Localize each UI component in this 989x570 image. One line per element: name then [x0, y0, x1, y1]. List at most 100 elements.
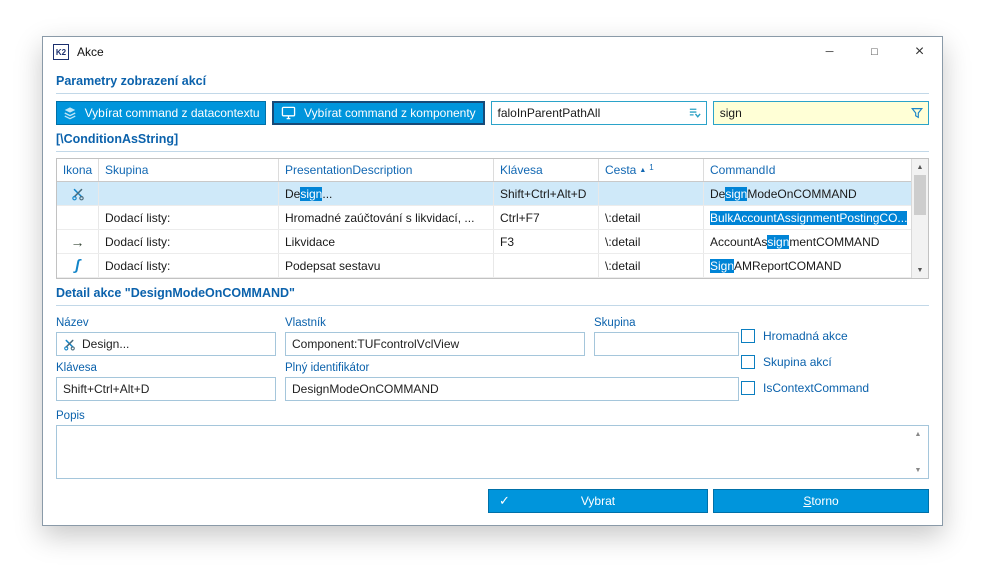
checkbox-icon[interactable] — [741, 381, 755, 395]
detail-form: Název Vlastník Skupina Design... Compone… — [56, 314, 929, 401]
popis-textarea[interactable]: ▲ ▼ — [56, 425, 929, 479]
checkbox-iscontextcommand[interactable]: IsContextCommand — [741, 381, 929, 395]
sort-order-number: 1 — [649, 162, 654, 172]
vybrat-button[interactable]: ✓ Vybrat — [488, 489, 708, 513]
scroll-down-icon[interactable]: ▼ — [910, 463, 926, 477]
select-command-component-button[interactable]: Vybírat command z komponenty — [272, 101, 485, 125]
vlastnik-label: Vlastník — [285, 317, 326, 329]
column-label: Cesta — [605, 163, 637, 177]
filter-funnel-icon[interactable] — [910, 106, 928, 120]
plny-identifikator-label: Plný identifikátor — [285, 362, 370, 374]
text: ... — [322, 186, 333, 201]
column-header-commandid[interactable]: CommandId — [704, 159, 911, 181]
match-highlight: BulkAccountAssignmentPostingCO... — [710, 210, 908, 225]
nazev-value: Design... — [82, 337, 130, 351]
combo-value: faloInParentPathAll — [497, 106, 601, 120]
text: Likvidace — [285, 234, 336, 249]
condition-section-header: [\ConditionAsString] — [56, 129, 929, 152]
table-header-row: Ikona Skupina PresentationDescription Kl… — [57, 159, 911, 182]
detail-section-header: Detail akce "DesignModeOnCOMMAND" — [56, 283, 929, 306]
text: Hromadné zaúčtování s likvidací, ... — [285, 210, 475, 225]
nazev-label: Název — [56, 317, 89, 329]
vybrat-label: Vybrat — [580, 494, 616, 508]
checkbox-label: IsContextCommand — [763, 381, 870, 395]
text: AMReportCOMAND — [734, 258, 842, 273]
filter-value: sign — [719, 106, 742, 120]
maximize-button[interactable]: □ — [852, 37, 897, 67]
button-label: Vybírat command z komponenty — [304, 106, 476, 120]
dropdown-list-icon[interactable] — [687, 106, 706, 120]
scroll-up-icon[interactable]: ▲ — [912, 160, 928, 174]
storno-button[interactable]: Storno — [713, 489, 929, 513]
cell-ikona — [57, 206, 99, 229]
cell-klavesa: F3 — [494, 230, 599, 253]
table-row-design[interactable]: De sign... Shift+Ctrl+Alt+D De sign ModeOnC… — [57, 182, 911, 206]
match-highlight: sign — [300, 186, 323, 201]
checkbox-icon[interactable] — [741, 329, 755, 343]
cell-commandid: BulkAccountAssignmentPostingCO... — [704, 206, 911, 229]
text: Podepsat sestavu — [285, 258, 381, 273]
checkbox-hromadna-akce[interactable]: Hromadná akce — [741, 329, 929, 343]
scrollbar-thumb[interactable] — [914, 175, 926, 215]
nazev-field[interactable]: Design... — [56, 332, 276, 356]
vlastnik-field[interactable]: Component:TUFcontrolVclView — [285, 332, 585, 356]
popis-label: Popis — [56, 410, 85, 422]
window-title: Akce — [77, 45, 104, 59]
table-row-bulk-posting[interactable]: Dodací listy: Hromadné zaúčtování s likv… — [57, 206, 911, 230]
cell-cesta — [599, 182, 704, 205]
cell-klavesa: Ctrl+F7 — [494, 206, 599, 229]
cell-klavesa: Shift+Ctrl+Alt+D — [494, 182, 599, 205]
condition-combo[interactable]: faloInParentPathAll — [490, 101, 707, 125]
scroll-down-icon[interactable]: ▼ — [912, 263, 928, 277]
button-label: Vybírat command z datacontextu — [84, 106, 260, 120]
skupina-label: Skupina — [594, 317, 636, 329]
column-label: PresentationDescription — [285, 163, 413, 177]
cell-cesta: \:detail — [599, 230, 704, 253]
cell-presentationdescription: De sign... — [279, 182, 494, 205]
klavesa-field[interactable]: Shift+Ctrl+Alt+D — [56, 377, 276, 401]
toolbar: Vybírat command z datacontextu Vybírat c… — [56, 101, 929, 125]
sort-ascending-icon: ▲ — [639, 166, 647, 174]
detail-checkboxes: Hromadná akce Skupina akcí IsContextComm… — [741, 314, 929, 401]
check-icon: ✓ — [499, 493, 510, 508]
k2-app-icon: K2 — [53, 44, 69, 60]
table-row-podepsat[interactable]: ʃ Dodací listy: Podepsat sestavu \:detai… — [57, 254, 911, 278]
column-header-klavesa[interactable]: Klávesa — [494, 159, 599, 181]
layers-icon — [63, 106, 77, 120]
table-scrollbar[interactable]: ▲ ▼ — [911, 159, 928, 278]
klavesa-value: Shift+Ctrl+Alt+D — [63, 382, 150, 396]
checkbox-skupina-akci[interactable]: Skupina akcí — [741, 355, 929, 369]
titlebar[interactable]: K2 Akce ─ □ × — [43, 37, 942, 67]
checkbox-label: Skupina akcí — [763, 355, 832, 369]
select-command-datacontext-button[interactable]: Vybírat command z datacontextu — [56, 101, 267, 125]
column-header-cesta[interactable]: Cesta ▲ 1 — [599, 159, 704, 181]
cell-presentationdescription: Likvidace — [279, 230, 494, 253]
text: torno — [811, 494, 839, 508]
minimize-button[interactable]: ─ — [807, 37, 852, 67]
column-header-skupina[interactable]: Skupina — [99, 159, 279, 181]
detail-fields: Název Vlastník Skupina Design... Compone… — [56, 314, 739, 401]
table-row-likvidace[interactable]: → Dodací listy: Likvidace F3 \:detail Ac… — [57, 230, 911, 254]
window-controls: ─ □ × — [807, 37, 942, 67]
cell-skupina — [99, 182, 279, 205]
cell-ikona: → — [57, 230, 99, 253]
close-button[interactable]: × — [897, 37, 942, 67]
match-highlight: sign — [767, 234, 790, 249]
arrow-right-icon: → — [70, 233, 85, 250]
column-header-presentationdescription[interactable]: PresentationDescription — [279, 159, 494, 181]
cell-klavesa — [494, 254, 599, 277]
text: AccountAs — [710, 234, 768, 249]
footer: ✓ Vybrat Storno — [56, 489, 929, 513]
cell-cesta: \:detail — [599, 254, 704, 277]
plny-identifikator-field[interactable]: DesignModeOnCOMMAND — [285, 377, 739, 401]
filter-input[interactable]: sign — [712, 101, 929, 125]
scroll-up-icon[interactable]: ▲ — [910, 427, 926, 441]
cell-ikona — [57, 182, 99, 205]
column-label: CommandId — [710, 163, 776, 177]
cell-ikona: ʃ — [57, 254, 99, 277]
dialog-content: Parametry zobrazení akcí Vybírat command… — [43, 71, 942, 525]
checkbox-icon[interactable] — [741, 355, 755, 369]
column-label: Klávesa — [500, 163, 543, 177]
skupina-field[interactable] — [594, 332, 739, 356]
column-header-ikona[interactable]: Ikona — [57, 159, 99, 181]
